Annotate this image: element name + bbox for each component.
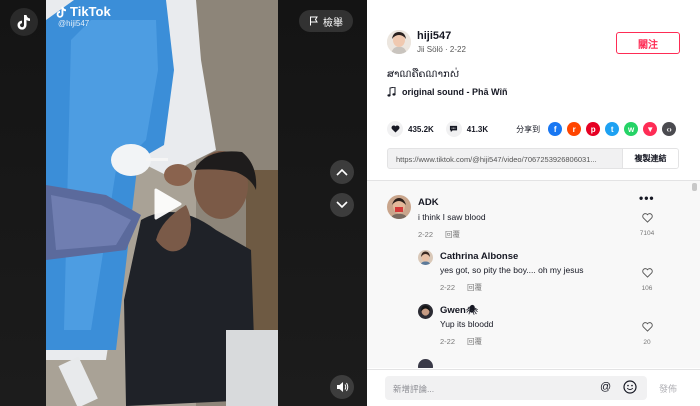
telegram-share-icon[interactable]: ▼ bbox=[643, 122, 658, 136]
mention-icon[interactable]: @ bbox=[600, 381, 611, 393]
reply-button[interactable]: 回覆 bbox=[467, 337, 482, 346]
video-info-panel: hiji547 Jii Sölö · 2-22 關注 ສາណຄືຄណາກស់ o… bbox=[367, 0, 700, 406]
reddit-share-icon[interactable]: r bbox=[567, 122, 582, 136]
facebook-share-icon[interactable]: f bbox=[548, 122, 563, 136]
author-username[interactable]: hiji547 bbox=[417, 30, 451, 42]
chevron-down-icon bbox=[336, 201, 348, 209]
comments-scrollbar[interactable] bbox=[692, 181, 697, 368]
copy-link-button[interactable]: 複製連結 bbox=[622, 149, 678, 168]
video-watermark: TikTok @hiji547 bbox=[56, 4, 111, 28]
engagement-row: 435.2K 41.3K 分享到 f r p t w ▼ ‹› bbox=[387, 121, 680, 137]
comment-list[interactable]: ADK i think I saw blood 2-22 回覆 ••• 7104 bbox=[367, 180, 700, 368]
commenter-avatar[interactable] bbox=[418, 250, 433, 265]
share-label: 分享到 bbox=[516, 124, 541, 134]
comment-like[interactable]: 106 bbox=[638, 265, 656, 292]
embed-share-icon[interactable]: ‹› bbox=[662, 122, 677, 136]
comment-date: 2-22 bbox=[440, 337, 456, 346]
more-options-icon[interactable]: ••• bbox=[639, 191, 655, 205]
heart-outline-icon bbox=[641, 213, 653, 223]
comment-composer: 新增評論... @ 發佈 bbox=[367, 369, 700, 406]
comment-like[interactable]: 20 bbox=[638, 319, 656, 346]
watermark-brand: TikTok bbox=[70, 4, 111, 19]
video-caption: ສາណຄືຄណາກស់ bbox=[387, 69, 460, 80]
comment-text: yes got, so pity the boy.... oh my jesus bbox=[440, 265, 584, 275]
comment-bubble-icon bbox=[445, 121, 462, 137]
comment-like-count: 20 bbox=[643, 339, 651, 346]
reply-button[interactable]: 回覆 bbox=[467, 283, 482, 292]
twitter-share-icon[interactable]: t bbox=[605, 122, 620, 136]
commenter-avatar[interactable] bbox=[418, 304, 433, 319]
previous-video-button[interactable] bbox=[330, 160, 354, 184]
like-stat[interactable]: 435.2K bbox=[387, 121, 434, 137]
report-label: 檢舉 bbox=[323, 17, 343, 29]
follow-button[interactable]: 關注 bbox=[616, 32, 680, 54]
tiktok-watermark-icon bbox=[56, 6, 66, 18]
next-video-button[interactable] bbox=[330, 193, 354, 217]
comment-like-count: 7104 bbox=[639, 230, 655, 237]
post-comment-button[interactable]: 發佈 bbox=[659, 382, 677, 395]
post-date: 2-22 bbox=[449, 45, 466, 54]
share-link-box: https://www.tiktok.com/@hiji547/video/70… bbox=[387, 148, 679, 169]
comment-like-count: 106 bbox=[641, 285, 653, 292]
music-title: original sound - Phā Wîñ bbox=[402, 87, 508, 97]
scrollbar-thumb[interactable] bbox=[692, 183, 697, 191]
heart-outline-icon bbox=[641, 268, 653, 278]
tiktok-logo-icon[interactable] bbox=[10, 8, 38, 36]
whatsapp-share-icon[interactable]: w bbox=[624, 122, 639, 136]
music-note-icon bbox=[387, 87, 396, 97]
comment-author[interactable]: Cathrina Albonse bbox=[440, 251, 518, 262]
like-count: 435.2K bbox=[408, 124, 434, 134]
report-button[interactable]: 檢舉 bbox=[299, 10, 353, 32]
author-subline: Jii Sölö · 2-22 bbox=[417, 45, 466, 54]
comment-meta: 2-22 回覆 bbox=[440, 282, 482, 293]
comment-count: 41.3K bbox=[466, 124, 489, 134]
comment-text: Yup its bloodd bbox=[440, 319, 494, 329]
music-link[interactable]: original sound - Phā Wîñ bbox=[387, 87, 508, 97]
emoji-icon[interactable] bbox=[623, 380, 637, 394]
comment-date: 2-22 bbox=[418, 230, 434, 239]
heart-icon bbox=[387, 121, 403, 137]
comment-author[interactable]: ADK bbox=[418, 197, 439, 208]
play-button[interactable] bbox=[148, 186, 184, 222]
comment-author[interactable]: Gwen🕷 bbox=[440, 305, 478, 316]
author-display-name: Jii Sölö bbox=[417, 45, 443, 54]
commenter-avatar[interactable] bbox=[387, 195, 411, 219]
video-player[interactable]: TikTok @hiji547 檢舉 bbox=[0, 0, 367, 406]
speaker-icon bbox=[336, 382, 348, 392]
watermark-username: @hiji547 bbox=[58, 19, 90, 28]
author-avatar[interactable] bbox=[387, 30, 411, 54]
comment-date: 2-22 bbox=[440, 283, 456, 292]
pinterest-share-icon[interactable]: p bbox=[586, 122, 601, 136]
comment-meta: 2-22 回覆 bbox=[440, 336, 482, 347]
tiktok-video-page: TikTok @hiji547 檢舉 hiji547 Jii Sölö · 2-… bbox=[0, 0, 700, 406]
heart-outline-icon bbox=[641, 322, 653, 332]
share-icon-list: f r p t w ▼ ‹› bbox=[543, 122, 677, 136]
share-link-url[interactable]: https://www.tiktok.com/@hiji547/video/70… bbox=[388, 149, 622, 168]
reply-button[interactable]: 回覆 bbox=[445, 230, 460, 239]
play-icon bbox=[154, 188, 182, 220]
comment-stat[interactable]: 41.3K bbox=[445, 121, 489, 137]
comment-like[interactable]: 7104 bbox=[638, 210, 656, 237]
flag-icon bbox=[310, 16, 318, 26]
volume-button[interactable] bbox=[330, 375, 354, 399]
chevron-up-icon bbox=[336, 168, 348, 176]
author-header: hiji547 Jii Sölö · 2-22 關注 bbox=[387, 30, 680, 60]
comment-text: i think I saw blood bbox=[418, 212, 486, 222]
commenter-avatar[interactable] bbox=[418, 359, 433, 368]
comment-meta: 2-22 回覆 bbox=[418, 229, 460, 240]
